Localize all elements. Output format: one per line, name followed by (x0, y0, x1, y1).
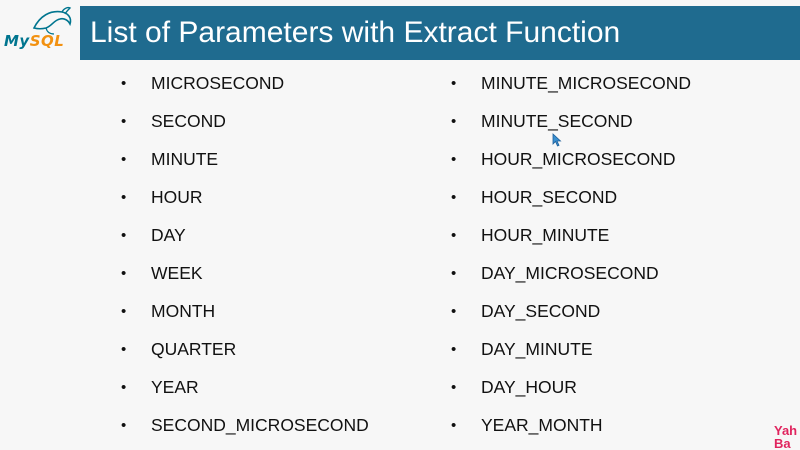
list-item: • DAY_MINUTE (451, 334, 691, 372)
list-item: • MINUTE_MICROSECOND (451, 68, 691, 106)
list-item-label: MINUTE_MICROSECOND (481, 73, 692, 93)
right-parameter-list: • MINUTE_MICROSECOND • MINUTE_SECOND • HOUR… (451, 68, 691, 448)
bullet: • (121, 417, 127, 434)
list-item-label: HOUR_SECOND (481, 187, 618, 207)
title-bar: List of Parameters with Extract Function (80, 6, 800, 60)
list-item: • HOUR (121, 182, 369, 220)
watermark-line-2: Ba (774, 436, 791, 450)
bullet: • (121, 189, 127, 206)
bullet: • (121, 113, 127, 130)
bullet: • (451, 113, 457, 130)
list-item-label: WEEK (151, 263, 203, 283)
list-item: • SECOND (121, 106, 369, 144)
list-item: • DAY_SECOND (451, 296, 691, 334)
mouse-cursor-icon (552, 133, 562, 147)
list-item-label: HOUR_MINUTE (481, 225, 610, 245)
bullet: • (451, 303, 457, 320)
list-item: • DAY_MICROSECOND (451, 258, 691, 296)
list-item: • YEAR_MONTH (451, 410, 691, 448)
list-item-label: MINUTE_SECOND (481, 111, 633, 131)
list-item-label: QUARTER (151, 339, 237, 359)
list-item: • DAY (121, 220, 369, 258)
mysql-logo: MySQL (0, 2, 80, 62)
list-item: • WEEK (121, 258, 369, 296)
bullet: • (451, 265, 457, 282)
list-item-label: DAY_MINUTE (481, 339, 593, 359)
list-item-label: YEAR (151, 377, 199, 397)
list-item: • YEAR (121, 372, 369, 410)
list-item: • MINUTE_SECOND (451, 106, 691, 144)
bullet: • (451, 227, 457, 244)
slide: MySQL List of Parameters with Extract Fu… (0, 0, 800, 450)
list-item-label: MINUTE (151, 149, 219, 169)
bullet: • (121, 379, 127, 396)
bullet: • (451, 379, 457, 396)
list-item: • HOUR_MINUTE (451, 220, 691, 258)
list-item: • MICROSECOND (121, 68, 369, 106)
mysql-wordmark-sql: SQL (29, 32, 65, 50)
list-item: • SECOND_MICROSECOND (121, 410, 369, 448)
mysql-wordmark-my: My (4, 32, 30, 50)
bullet: • (121, 341, 127, 358)
list-item: • QUARTER (121, 334, 369, 372)
bullet: • (121, 265, 127, 282)
bullet: • (451, 417, 457, 434)
corner-watermark: Yah Ba (774, 424, 800, 450)
list-item: • DAY_HOUR (451, 372, 691, 410)
bullet: • (451, 75, 457, 92)
list-item: • HOUR_MICROSECOND (451, 144, 691, 182)
list-item: • MONTH (121, 296, 369, 334)
list-item-label: DAY_HOUR (481, 377, 577, 397)
left-parameter-list: • MICROSECOND • SECOND • MINUTE • HOUR • DAY … (121, 68, 369, 448)
list-item-label: SECOND_MICROSECOND (151, 415, 369, 435)
bullet: • (451, 341, 457, 358)
bullet: • (121, 227, 127, 244)
mysql-wordmark: MySQL (4, 32, 64, 50)
bullet: • (121, 151, 127, 168)
bullet: • (451, 151, 457, 168)
list-item-label: SECOND (151, 111, 226, 131)
list-item-label: DAY (151, 225, 186, 245)
list-item-label: DAY_MICROSECOND (481, 263, 659, 283)
list-item-label: MICROSECOND (151, 73, 285, 93)
slide-title: List of Parameters with Extract Function (90, 16, 621, 49)
list-item-label: YEAR_MONTH (481, 415, 603, 435)
list-item-label: MONTH (151, 301, 216, 321)
list-item: • MINUTE (121, 144, 369, 182)
list-item: • HOUR_SECOND (451, 182, 691, 220)
list-item-label: HOUR (151, 187, 203, 207)
bullet: • (451, 189, 457, 206)
bullet: • (121, 303, 127, 320)
list-item-label: DAY_SECOND (481, 301, 601, 321)
list-item-label: HOUR_MICROSECOND (481, 149, 676, 169)
bullet: • (121, 75, 127, 92)
